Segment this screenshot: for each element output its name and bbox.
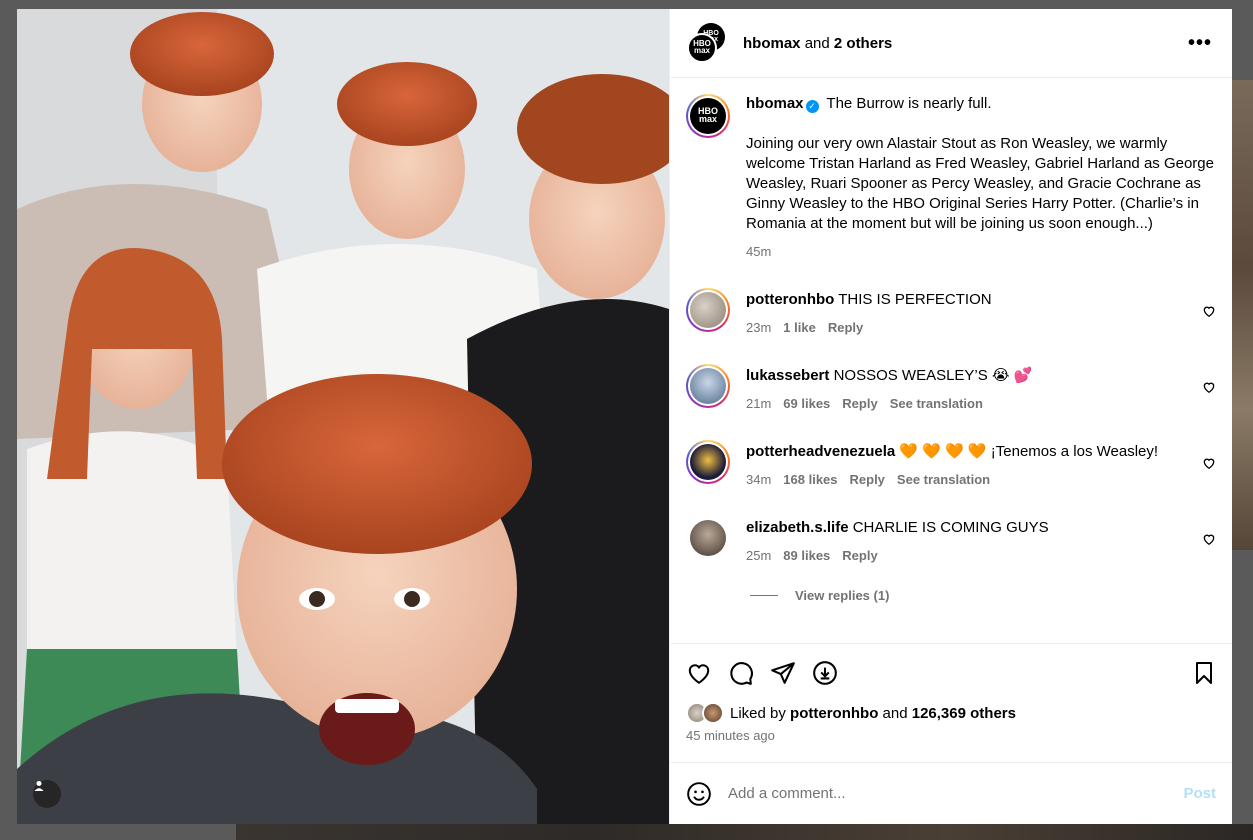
comment-likes[interactable]: 1 like (783, 320, 816, 335)
comment-avatar[interactable] (686, 364, 730, 408)
avatar-image (690, 368, 726, 404)
comment-avatar[interactable] (686, 288, 730, 332)
caption-first-line: The Burrow is nearly full. (826, 95, 992, 112)
liked-by-prefix: Liked by (730, 704, 786, 722)
reply-button[interactable]: Reply (842, 396, 877, 411)
comment-time[interactable]: 25m (746, 548, 771, 563)
comment-time[interactable]: 34m (746, 472, 771, 487)
caption-body: Joining our very own Alastair Stout as R… (746, 135, 1214, 232)
tagged-users-button[interactable] (33, 780, 61, 808)
comment-username[interactable]: potteronhbo (746, 291, 834, 308)
comment-text: 🧡 🧡 🧡 🧡 ¡Tenemos a los Weasley! (899, 443, 1159, 460)
comment-item: potteronhbo THIS IS PERFECTION 23m 1 like… (686, 288, 1216, 338)
avatar-image (690, 444, 726, 480)
reply-button[interactable]: Reply (828, 320, 863, 335)
comment-likes[interactable]: 89 likes (783, 548, 830, 563)
author-username[interactable]: hbomax (743, 35, 801, 52)
see-translation-button[interactable]: See translation (897, 472, 990, 487)
add-comment-bar: Post (670, 762, 1232, 824)
collab-avatars[interactable]: HBOmax HBOmax (687, 23, 727, 63)
post-header: HBOmax HBOmax hbomax and 2 others ••• (670, 9, 1232, 78)
comment-avatar[interactable] (686, 440, 730, 484)
post-timestamp[interactable]: 45 minutes ago (686, 728, 1216, 743)
view-replies-button[interactable]: View replies (1) (750, 588, 1216, 603)
liked-by-user[interactable]: potteronhbo (790, 705, 878, 722)
post-side-panel: HBOmax HBOmax hbomax and 2 others ••• HB… (669, 9, 1232, 824)
liked-by-and: and (882, 704, 908, 722)
background-feed-bottom (236, 824, 1253, 840)
comment-likes[interactable]: 69 likes (783, 396, 830, 411)
comment-text: CHARLIE IS COMING GUYS (852, 519, 1049, 536)
comment-username[interactable]: elizabeth.s.life (746, 519, 849, 536)
photo-illustration (17, 9, 669, 824)
likes-summary: Liked by potteronhbo and 126,369 others (686, 702, 1216, 724)
comment-time[interactable]: 23m (746, 320, 771, 335)
comment-item: potterheadvenezuela 🧡 🧡 🧡 🧡 ¡Tenemos a l… (686, 440, 1216, 490)
collab-authors: hbomax and 2 others (743, 35, 1184, 52)
comment-bubble-icon[interactable] (728, 660, 754, 686)
heart-icon[interactable] (1202, 456, 1216, 470)
comment-input[interactable] (728, 785, 1184, 802)
background-feed-right (1232, 80, 1253, 550)
reply-button[interactable]: Reply (850, 472, 885, 487)
comment-time[interactable]: 21m (746, 396, 771, 411)
comment-text: NOSSOS WEASLEY’S 😭 💕 (833, 367, 1033, 384)
emoji-icon[interactable] (686, 781, 712, 807)
save-download-circle-icon[interactable] (812, 660, 838, 686)
author-others[interactable]: 2 others (834, 35, 892, 52)
verified-badge-icon: ✓ (805, 100, 819, 113)
liker-avatars (686, 702, 728, 724)
caption-time[interactable]: 45m (746, 244, 771, 259)
post-modal: HBOmax HBOmax hbomax and 2 others ••• HB… (17, 9, 1232, 824)
caption-meta: 45m (746, 242, 1216, 262)
see-translation-button[interactable]: See translation (890, 396, 983, 411)
more-options-button[interactable]: ••• (1184, 29, 1216, 57)
heart-icon[interactable] (1202, 380, 1216, 394)
post-photo[interactable] (17, 9, 669, 824)
caption-username[interactable]: hbomax (746, 95, 804, 112)
bookmark-icon[interactable] (1192, 660, 1216, 686)
collab-avatar-primary[interactable]: HBO max (687, 33, 717, 63)
hbomax-logo-avatar: HBO max (690, 98, 726, 134)
comment-avatar[interactable] (690, 520, 726, 556)
share-paper-plane-icon[interactable] (770, 660, 796, 686)
heart-icon[interactable] (1202, 532, 1216, 546)
caption-avatar[interactable]: HBO max (686, 94, 730, 138)
comment-username[interactable]: lukassebert (746, 367, 829, 384)
comment-text: THIS IS PERFECTION (838, 291, 992, 308)
avatar-image (690, 292, 726, 328)
comment-item: elizabeth.s.life CHARLIE IS COMING GUYS … (686, 516, 1216, 566)
comment-item: lukassebert NOSSOS WEASLEY’S 😭 💕 21m 69 l… (686, 364, 1216, 414)
comment-username[interactable]: potterheadvenezuela (746, 443, 895, 460)
comments-list[interactable]: HBO max hbomax ✓ The Burrow is nearly full… (670, 78, 1232, 643)
view-replies-label: View replies (1) (795, 588, 890, 603)
author-and: and (804, 34, 830, 52)
post-actions: Liked by potteronhbo and 126,369 others … (670, 643, 1232, 762)
post-comment-button[interactable]: Post (1183, 785, 1216, 802)
comment-likes[interactable]: 168 likes (783, 472, 837, 487)
replies-divider (750, 595, 778, 596)
reply-button[interactable]: Reply (842, 548, 877, 563)
person-icon (34, 781, 44, 791)
liked-by-others[interactable]: 126,369 others (912, 705, 1016, 722)
like-heart-icon[interactable] (686, 660, 712, 686)
post-caption: HBO max hbomax ✓ The Burrow is nearly full… (686, 94, 1216, 262)
heart-icon[interactable] (1202, 304, 1216, 318)
